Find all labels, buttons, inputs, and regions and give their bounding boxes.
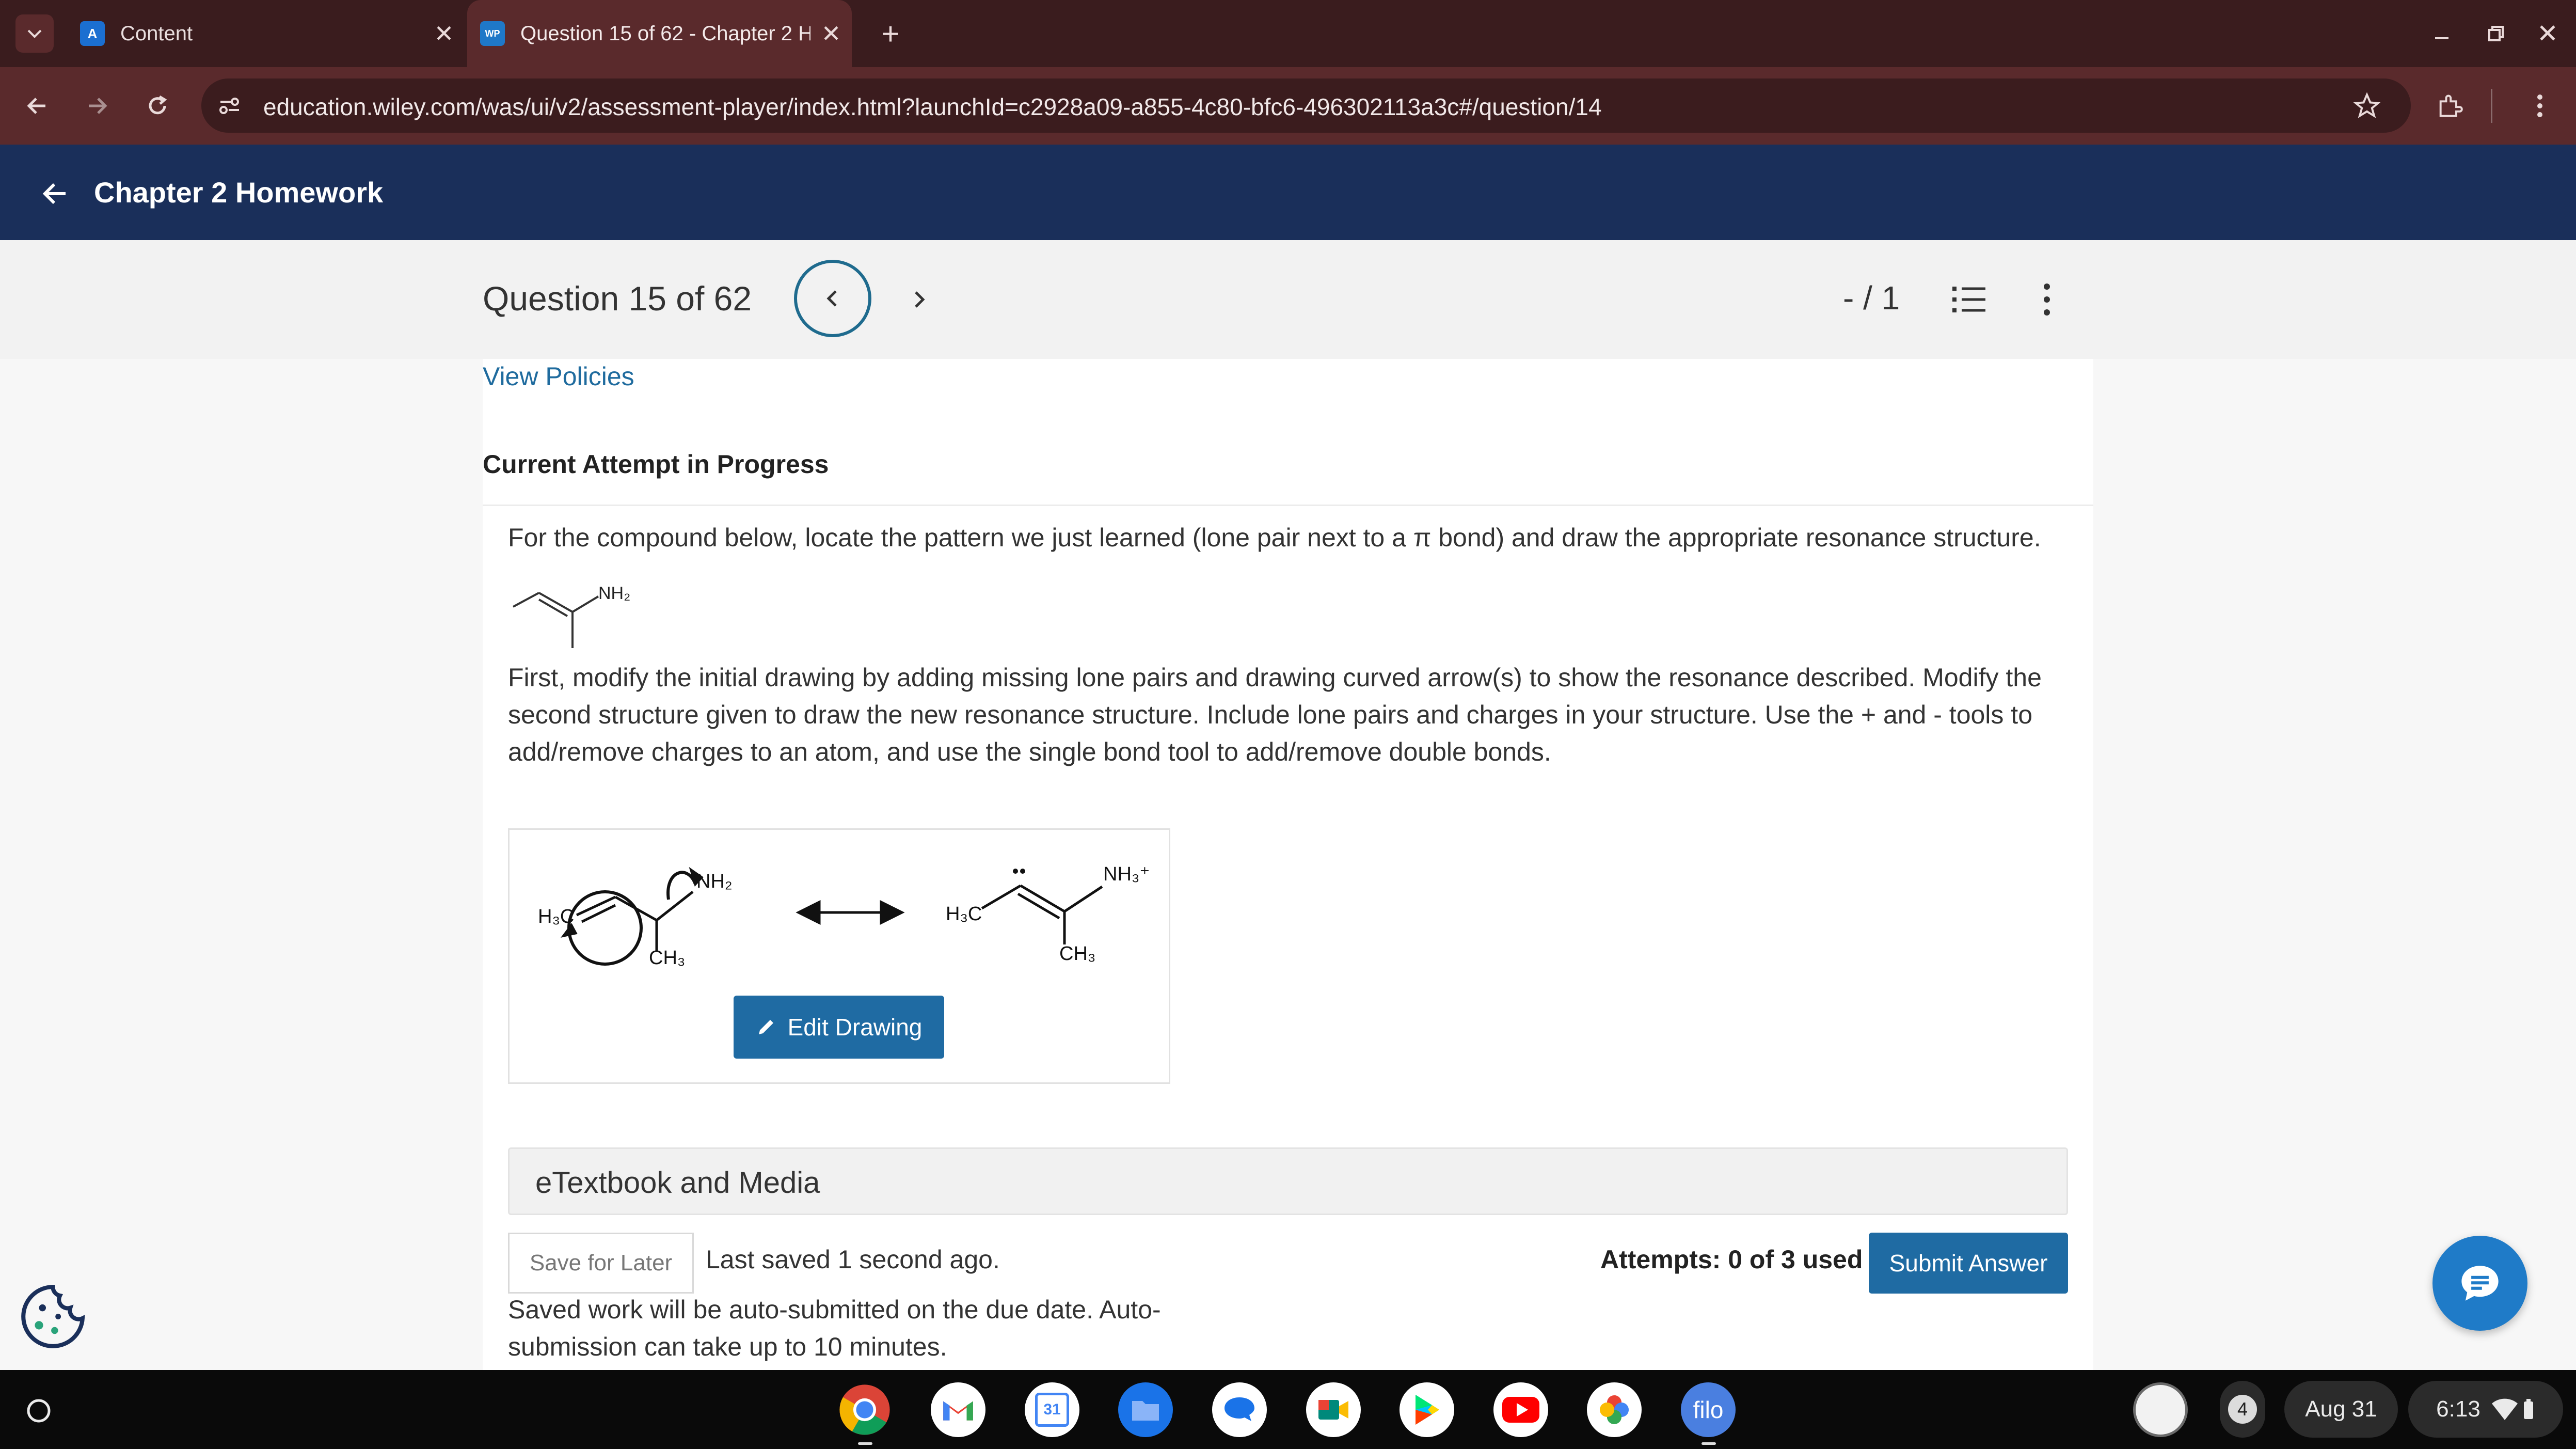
etextbook-label: eTextbook and Media (535, 1166, 820, 1200)
tab-favicon-icon: A (80, 21, 105, 46)
tab-title: Content (120, 22, 193, 45)
app-header (0, 145, 2576, 240)
next-question-button[interactable] (898, 279, 940, 320)
nh2-label: NH₂ (598, 584, 630, 603)
nh2-label-left: NH₂ (696, 871, 733, 892)
bookmark-star-icon[interactable] (2346, 85, 2388, 127)
chevron-right-icon (915, 291, 925, 308)
notifications-tray[interactable]: 4 (2220, 1381, 2265, 1438)
status-tray[interactable]: 6:13 (2408, 1381, 2563, 1438)
browser-menu-icon[interactable] (2519, 85, 2561, 127)
chrome-icon[interactable] (837, 1382, 892, 1437)
autosubmit-note: Saved work will be auto-submitted on the… (508, 1295, 1161, 1361)
cookie-settings-icon[interactable] (18, 1282, 88, 1354)
reload-icon[interactable] (137, 85, 178, 127)
question-nav-bar (0, 240, 2576, 359)
toolbar-divider (2491, 89, 2492, 123)
back-to-assignment-icon[interactable] (31, 170, 77, 217)
chevron-left-icon (826, 290, 837, 307)
chat-bubble-icon (2461, 1266, 2499, 1301)
back-arrow-icon[interactable] (15, 85, 57, 127)
extensions-icon[interactable] (2429, 85, 2470, 127)
restore-window-icon[interactable] (2475, 15, 2517, 52)
ch3-label-right: CH₃ (1059, 943, 1095, 965)
tab-favicon-icon: WP (480, 21, 505, 46)
instructions-text: First, modify the initial drawing by add… (508, 663, 2042, 766)
photos-icon[interactable] (1587, 1382, 1642, 1437)
question-list-icon[interactable] (1951, 281, 1987, 320)
files-icon[interactable] (1118, 1382, 1173, 1437)
close-tab-icon[interactable]: ✕ (810, 20, 852, 48)
chat-help-button[interactable] (2432, 1236, 2527, 1331)
ch3-label-left: CH₃ (649, 947, 685, 969)
submit-answer-button[interactable]: Submit Answer (1869, 1233, 2068, 1294)
launcher-icon[interactable] (13, 1385, 65, 1437)
active-app-indicator (1702, 1442, 1716, 1445)
compound-structure-image: NH₂ (508, 576, 653, 656)
notification-count-badge: 4 (2228, 1395, 2257, 1424)
chevron-down-icon (27, 29, 42, 38)
wifi-icon (2491, 1398, 2518, 1420)
attempt-heading: Current Attempt in Progress (483, 450, 829, 479)
previous-question-button[interactable] (794, 260, 871, 337)
chat-icon[interactable] (1212, 1382, 1267, 1437)
meet-icon[interactable] (1306, 1382, 1361, 1437)
nh3-plus-label-right: NH₃⁺ (1103, 863, 1150, 885)
close-tab-icon[interactable]: ✕ (423, 20, 465, 48)
gmail-icon[interactable] (931, 1382, 985, 1437)
edit-drawing-button[interactable]: Edit Drawing (734, 996, 944, 1059)
forward-arrow-icon[interactable] (77, 85, 119, 127)
active-app-indicator (858, 1442, 872, 1445)
pencil-icon (758, 1020, 773, 1034)
resonance-drawing: H₃C NH₂ CH₃ H₃C NH₃⁺ CH₃ (538, 863, 1150, 969)
save-for-later-button[interactable]: Save for Later (508, 1233, 694, 1294)
question-text: For the compound below, locate the patte… (508, 523, 2041, 552)
h3c-label-right: H₃C (946, 903, 982, 925)
more-options-icon[interactable] (2042, 281, 2052, 320)
edit-drawing-label: Edit Drawing (787, 1014, 923, 1041)
os-taskbar (0, 1370, 2576, 1449)
filo-icon[interactable]: filo (1681, 1382, 1736, 1437)
phone-hub-icon[interactable] (2133, 1382, 2188, 1437)
close-window-icon[interactable]: ✕ (2527, 13, 2568, 54)
calendar-day: 31 (1035, 1393, 1069, 1427)
page-title: Chapter 2 Homework (94, 176, 384, 209)
last-saved-status: Last saved 1 second ago. (706, 1245, 1000, 1274)
tab-question-active[interactable]: WP Question 15 of 62 - Chapter 2 H ✕ (467, 0, 852, 67)
attempts-counter: Attempts: 0 of 3 used (1600, 1245, 1863, 1274)
battery-icon (2523, 1399, 2533, 1419)
divider (483, 505, 2093, 506)
tab-search-button[interactable] (15, 14, 54, 53)
youtube-icon[interactable] (1493, 1382, 1548, 1437)
etextbook-media-panel[interactable]: eTextbook and Media (508, 1147, 2068, 1215)
calendar-icon[interactable]: 31 (1025, 1382, 1079, 1437)
play-store-icon[interactable] (1400, 1382, 1454, 1437)
view-policies-link[interactable]: View Policies (483, 361, 634, 391)
question-counter: Question 15 of 62 (483, 279, 752, 318)
question-score: - / 1 (1843, 279, 1900, 317)
tab-title: Question 15 of 62 - Chapter 2 H (520, 22, 810, 45)
clock-time: 6:13 (2436, 1396, 2480, 1422)
minimize-window-icon[interactable] (2421, 15, 2462, 52)
site-settings-icon[interactable] (212, 88, 248, 124)
tab-content[interactable]: A Content ✕ (67, 0, 465, 67)
url-text: education.wiley.com/was/ui/v2/assessment… (263, 93, 1602, 120)
date-display[interactable]: Aug 31 (2284, 1381, 2398, 1438)
new-tab-button[interactable]: + (870, 13, 911, 54)
